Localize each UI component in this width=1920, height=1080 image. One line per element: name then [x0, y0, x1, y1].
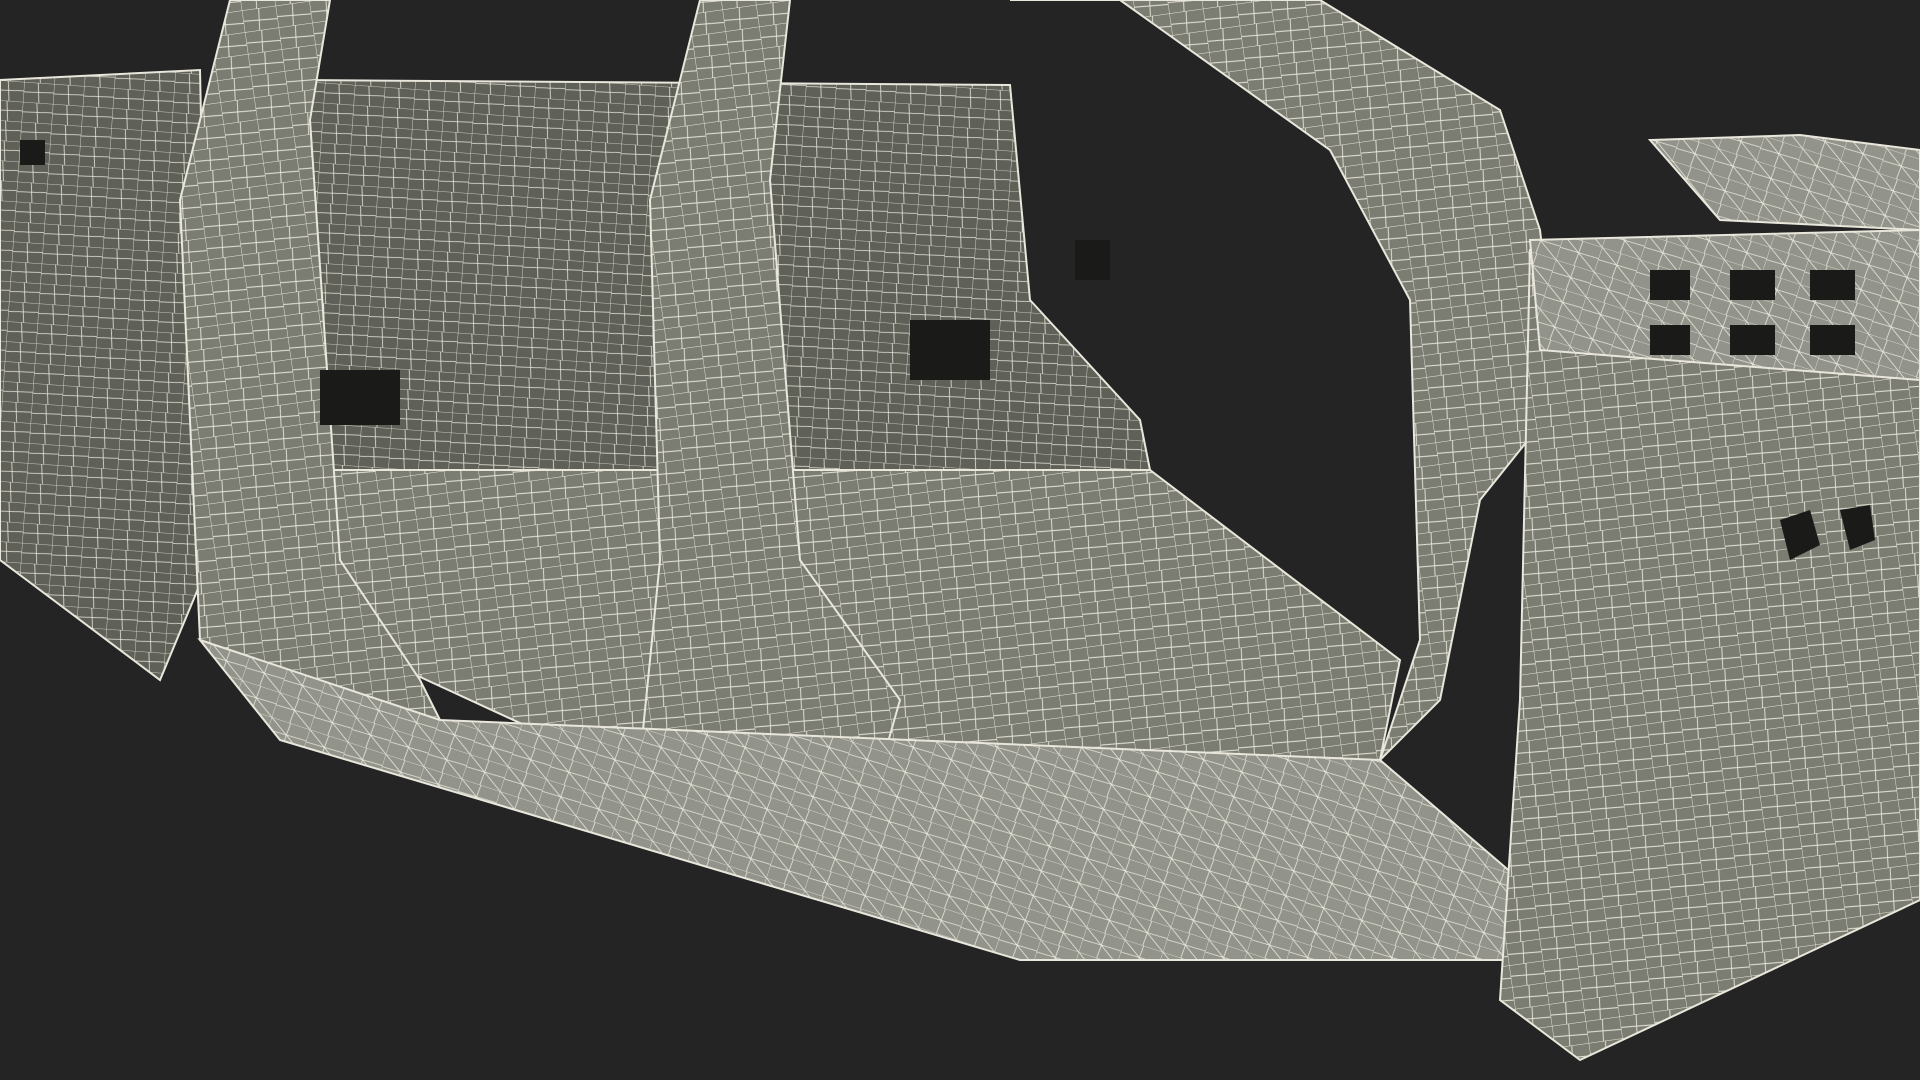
trunk-lid-piece [1647, 133, 1920, 232]
render-viewport [0, 0, 1920, 1080]
car-body-frame-render [0, 0, 1920, 1062]
